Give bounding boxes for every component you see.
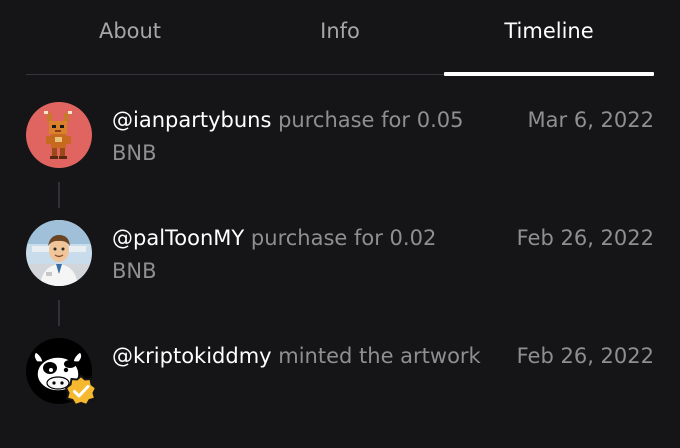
event-description: @ianpartybuns purchase for 0.05 BNB	[112, 104, 482, 170]
tab-info[interactable]: Info	[270, 16, 410, 46]
username-link[interactable]: @kriptokiddmy	[112, 344, 272, 368]
username-link[interactable]: @palToonMY	[112, 226, 244, 250]
timeline-item: @kriptokiddmy minted the artwork Feb 26,…	[0, 312, 680, 412]
avatar[interactable]	[26, 220, 92, 286]
event-date: Feb 26, 2022	[516, 226, 654, 250]
timeline-item: @ianpartybuns purchase for 0.05 BNB Mar …	[0, 76, 680, 176]
event-date: Feb 26, 2022	[516, 344, 654, 368]
tab-timeline[interactable]: Timeline	[444, 16, 654, 46]
verified-badge-icon	[64, 374, 98, 407]
event-description: @kriptokiddmy minted the artwork	[112, 340, 482, 373]
event-description: @palToonMY purchase for 0.02 BNB	[112, 222, 482, 288]
avatar[interactable]	[26, 102, 92, 168]
bunny-avatar-image	[26, 102, 92, 168]
event-date: Mar 6, 2022	[527, 108, 654, 132]
tab-about[interactable]: About	[60, 16, 200, 46]
cartoon-man-avatar-image	[26, 220, 92, 286]
timeline-item: @palToonMY purchase for 0.02 BNB Feb 26,…	[0, 194, 680, 294]
event-action: minted the artwork	[271, 344, 481, 368]
username-link[interactable]: @ianpartybuns	[112, 108, 271, 132]
tab-bar: About Info Timeline	[0, 0, 680, 76]
